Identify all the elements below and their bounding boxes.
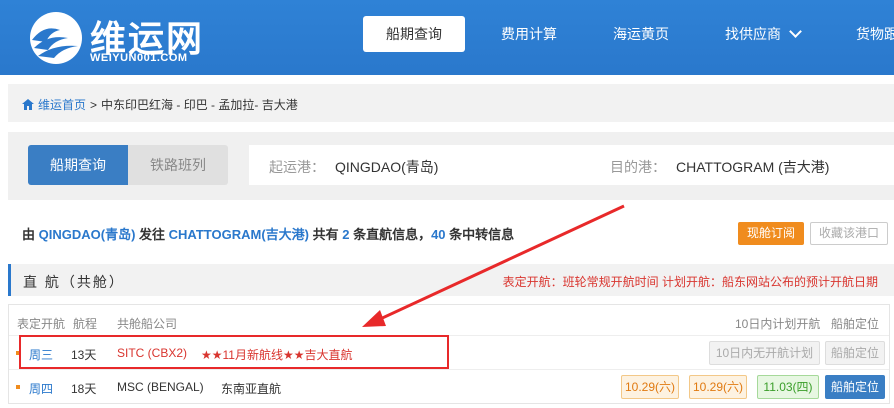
locate-button[interactable]: 船舶定位 (825, 375, 885, 399)
nav-find-supplier[interactable]: 找供应商 (705, 16, 820, 52)
section-legend: 表定开航：班轮常规开航时间 计划开航：船东网站公布的预计开航日期 (502, 275, 878, 289)
header-transit: 航程 (73, 317, 98, 331)
transfer-count: 40 (431, 227, 446, 242)
summary-origin: QINGDAO(青岛) (38, 227, 136, 242)
row-note: 东南亚直航 (221, 382, 282, 396)
nav-schedule[interactable]: 船期查询 (363, 16, 465, 52)
header-carrier: 共舱船公司 (117, 317, 178, 331)
plan-date-badge[interactable]: 10.29(六) (689, 375, 747, 399)
direct-section-header: 直 航（共舱） 表定开航：班轮常规开航时间 计划开航：船东网站公布的预计开航日期 (8, 264, 894, 296)
site-logo[interactable]: 维运网 WEIYUN001.COM (26, 8, 226, 66)
plan-date-badge[interactable]: 11.03(四) (757, 375, 819, 399)
summary-text: 发往 (135, 227, 169, 242)
main-nav: 船期查询 费用计算 海运黄页 找供应商 货物跟 (363, 16, 894, 52)
summary-text: 由 (22, 227, 39, 242)
no-plan-badge: 10日内无开航计划 (709, 341, 820, 365)
destination-label: 目的港： (610, 159, 666, 175)
breadcrumb-separator: > (90, 97, 98, 112)
origin-value: QINGDAO(青岛) (335, 159, 439, 175)
wave-logo-icon (30, 12, 82, 64)
highlight-box (19, 335, 449, 369)
breadcrumb-home-link[interactable]: 维运首页 (38, 96, 86, 113)
tab-rail[interactable]: 铁路班列 (128, 145, 228, 185)
origin-field[interactable]: 起运港： QINGDAO(青岛) (269, 157, 438, 177)
nav-cargo-tracking[interactable]: 货物跟 (836, 16, 894, 52)
home-icon (22, 99, 34, 110)
header-locate: 船舶定位 (831, 317, 880, 331)
row-marker-icon (16, 385, 20, 389)
summary-text: 条中转信息 (445, 227, 515, 242)
chevron-down-icon (789, 25, 802, 38)
top-header: 维运网 WEIYUN001.COM 船期查询 费用计算 海运黄页 找供应商 货物… (0, 0, 894, 75)
origin-label: 起运港： (269, 159, 325, 175)
locate-button-disabled: 船舶定位 (825, 341, 885, 365)
header-scheduled: 表定开航 (17, 317, 66, 331)
search-box: 起运港： QINGDAO(青岛) 目的港： CHATTOGRAM (吉大港) (249, 145, 894, 185)
summary-destination: CHATTOGRAM(吉大港) (168, 227, 309, 242)
summary-text: 共有 (308, 227, 343, 242)
table-header: 表定开航 航程 共舱船公司 10日内计划开航 船舶定位 (9, 305, 889, 335)
nav-yellow-pages[interactable]: 海运黄页 (593, 16, 689, 52)
nav-cost-calc[interactable]: 费用计算 (481, 16, 577, 52)
breadcrumb: 维运首页 > 中东印巴红海 - 印巴 - 孟加拉- 吉大港 (22, 96, 298, 113)
row-carrier[interactable]: MSC (BENGAL) (117, 380, 204, 394)
result-summary: 由 QINGDAO(青岛) 发往 CHATTOGRAM(吉大港) 共有 2 条直… (22, 224, 514, 243)
row-day: 周四 (29, 382, 54, 396)
row-transit: 18天 (71, 382, 97, 396)
summary-text: 条直航信息， (349, 227, 432, 242)
favorite-port-button[interactable]: 收藏该港口 (810, 222, 888, 245)
logo-subtitle: WEIYUN001.COM (90, 52, 188, 64)
section-title: 直 航（共舱） (23, 274, 125, 290)
destination-field[interactable]: 目的港： CHATTOGRAM (吉大港) (610, 157, 829, 177)
tab-schedule-search[interactable]: 船期查询 (28, 145, 128, 185)
subscribe-button[interactable]: 现舱订阅 (738, 222, 804, 245)
search-panel: 船期查询 铁路班列 起运港： QINGDAO(青岛) 目的港： CHATTOGRAM… (8, 132, 894, 200)
destination-value: CHATTOGRAM (吉大港) (676, 159, 830, 175)
header-plan: 10日内计划开航 (735, 317, 821, 331)
plan-date-badge[interactable]: 10.29(六) (621, 375, 679, 399)
breadcrumb-path: 中东印巴红海 - 印巴 - 孟加拉- 吉大港 (101, 98, 298, 112)
breadcrumb-bar: 维运首页 > 中东印巴红海 - 印巴 - 孟加拉- 吉大港 (8, 84, 894, 122)
table-row[interactable]: 周四 18天 MSC (BENGAL) 东南亚直航 10.29(六) 10.29… (9, 369, 889, 403)
nav-find-supplier-label: 找供应商 (725, 26, 781, 42)
search-tabs: 船期查询 铁路班列 (28, 145, 228, 185)
